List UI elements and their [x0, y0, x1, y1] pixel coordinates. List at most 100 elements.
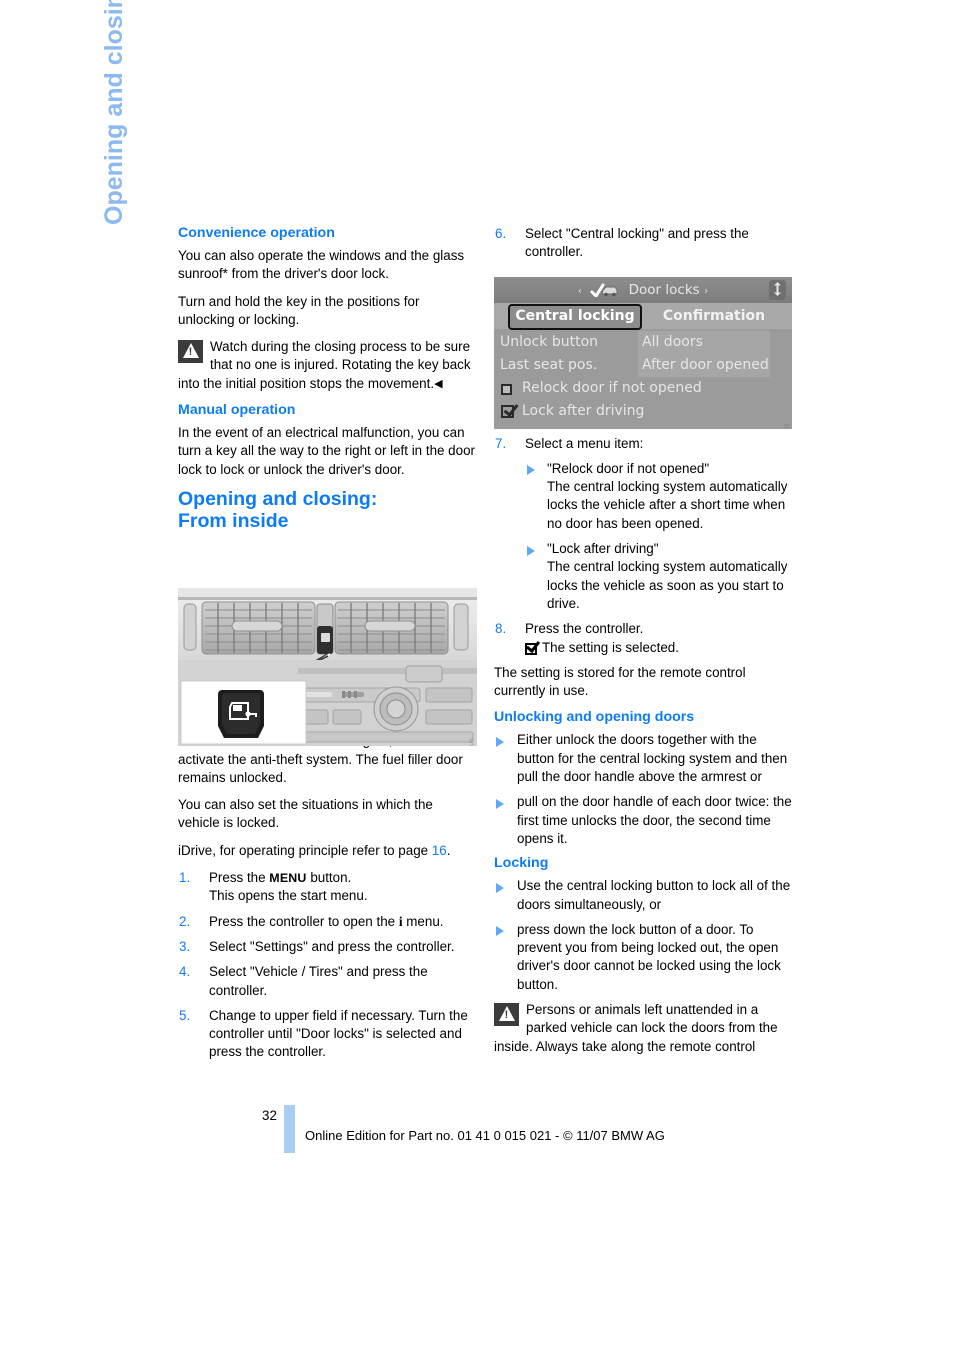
- manual-operation-para: In the event of an electrical malfunctio…: [178, 425, 475, 477]
- warning-triangle-icon: !: [178, 340, 203, 364]
- convenience-para-1: You can also operate the windows and the…: [178, 248, 465, 282]
- checkbox-checked-icon: [525, 637, 541, 655]
- step-8: 8. Press the controller. The setting is se…: [494, 620, 794, 657]
- step-3: 3. Select "Settings" and press the contro…: [178, 938, 478, 956]
- step-4: 4. Select "Vehicle / Tires" and press the…: [178, 963, 478, 1000]
- step-2: 2. Press the controller to open the i men…: [178, 913, 478, 931]
- step-7-bullet-2: "Lock after driving" The central locking …: [525, 540, 794, 613]
- note-end-arrow-icon: ◀: [434, 377, 443, 390]
- step-7-bullet-2-body: The central locking system automatically…: [547, 559, 788, 611]
- step-7: 7. Select a menu item:: [494, 435, 794, 453]
- idrive-ref-post: .: [446, 842, 451, 858]
- steps-list-step8: 8. Press the controller. The setting is se…: [494, 620, 794, 657]
- next-chevron-icon[interactable]: ›: [704, 284, 708, 297]
- warning-triangle-icon-2: !: [494, 1003, 519, 1027]
- checkbox-checked-icon-idrive[interactable]: [501, 405, 514, 418]
- step-8-number: 8.: [495, 621, 507, 637]
- step-3-number: 3.: [179, 938, 191, 954]
- step-6-text: Select "Central locking" and press the c…: [525, 226, 749, 260]
- dashboard-photo: WVC0100.0US: [178, 588, 477, 746]
- step-7-number: 7.: [495, 435, 507, 451]
- heading-convenience-operation: Convenience operation: [178, 225, 335, 241]
- warning-note-locking-text: Persons or animals left unattended in a …: [494, 1002, 778, 1054]
- step-1-post: button.: [306, 870, 352, 886]
- inside-para-2: You can also set the situations in which…: [178, 797, 433, 831]
- step-1: 1. Press the MENU button. This opens the s…: [178, 869, 478, 906]
- warning-note-text: Watch during the closing process to be s…: [178, 339, 471, 391]
- locking-bullets: Use the central locking button to lock a…: [494, 877, 794, 994]
- heading-locking: Locking: [494, 855, 549, 872]
- photo-caption-code: WVC0100.0US: [469, 738, 475, 746]
- step-8-text: Press the controller.: [525, 621, 644, 637]
- row-relock-door[interactable]: Relock door if not opened: [494, 377, 792, 400]
- page-number: 32: [262, 1108, 277, 1123]
- row-last-seat-pos-value: After door opened: [642, 357, 769, 373]
- row-last-seat-pos-label: Last seat pos.: [500, 357, 598, 373]
- footer-imprint: Online Edition for Part no. 01 41 0 015 …: [305, 1128, 665, 1143]
- step-7-bullets: "Relock door if not opened" The central l…: [525, 460, 794, 613]
- step-5-text: Change to upper field if necessary. Turn…: [209, 1007, 468, 1060]
- prev-chevron-icon[interactable]: ‹: [578, 284, 582, 297]
- tab-central-locking[interactable]: Central locking: [508, 304, 642, 330]
- step-2-number: 2.: [179, 913, 191, 929]
- idrive-reference: iDrive, for operating principle refer to…: [178, 842, 478, 860]
- warning-note-convenience: ! Watch during the closing process to be …: [178, 338, 478, 393]
- idrive-settings-rows: Unlock button All doors Last seat pos. A…: [494, 331, 792, 423]
- steps-list-right-top: 6. Select "Central locking" and press the…: [494, 225, 794, 262]
- step-6: 6. Select "Central locking" and press the…: [494, 225, 794, 262]
- step-6-number: 6.: [495, 226, 507, 241]
- folio-accent-bar: [284, 1105, 295, 1153]
- row-unlock-button[interactable]: Unlock button All doors: [494, 331, 792, 354]
- page-title-line1: Opening and closing:: [178, 487, 378, 510]
- step-7-bullet-2-title: "Lock after driving": [547, 541, 659, 557]
- step-7-text: Select a menu item:: [525, 435, 644, 451]
- step-4-number: 4.: [179, 964, 191, 980]
- convenience-para-2: Turn and hold the key in the positions f…: [178, 293, 420, 327]
- step-7-bullet-1: "Relock door if not opened" The central l…: [525, 460, 794, 533]
- step-1-number: 1.: [179, 870, 191, 886]
- warning-note-locking: ! Persons or animals left unattended in a…: [494, 1001, 794, 1056]
- row-unlock-button-label: Unlock button: [500, 334, 599, 350]
- idrive-title: Door locks: [628, 282, 700, 298]
- idrive-title-bar: ‹ Door locks ›: [494, 277, 792, 303]
- menu-button-label: MENU: [269, 871, 307, 886]
- step-7-bullet-1-body: The central locking system automatically…: [547, 479, 788, 531]
- step-8-confirm-line: The setting is selected.: [542, 639, 679, 655]
- step-7-bullet-1-title: "Relock door if not opened": [547, 460, 710, 476]
- row-last-seat-pos[interactable]: Last seat pos. After door opened: [494, 354, 792, 377]
- idrive-caption-code: WVC0101.0US: [785, 423, 791, 429]
- unlocking-bullet-1: Either unlock the doors together with th…: [494, 731, 794, 786]
- unlocking-bullet-2: pull on the door handle of each door twi…: [494, 793, 794, 848]
- row-relock-door-label: Relock door if not opened: [522, 380, 702, 396]
- step-1-pre: Press the: [209, 870, 270, 886]
- unlocking-bullets: Either unlock the doors together with th…: [494, 731, 794, 848]
- page-title: Opening and closing: From inside: [178, 488, 478, 532]
- step-5-number: 5.: [179, 1007, 191, 1023]
- steps-list-right-bottom: 7. Select a menu item:: [494, 435, 794, 453]
- step-3-text: Select "Settings" and press the controll…: [209, 938, 455, 954]
- step-4-text: Select "Vehicle / Tires" and press the c…: [209, 964, 428, 998]
- idrive-tab-bar: Central locking Confirmation: [494, 303, 792, 330]
- row-lock-after-driving[interactable]: Lock after driving: [494, 400, 792, 423]
- chapter-tab: Opening and closing: [100, 0, 128, 225]
- heading-unlocking-opening-doors: Unlocking and opening doors: [494, 709, 695, 726]
- page-title-line2: From inside: [178, 509, 289, 532]
- idrive-ref-pre: iDrive, for operating principle refer to…: [178, 842, 432, 858]
- locking-bullet-2: press down the lock button of a door. To…: [494, 921, 794, 994]
- dashboard-illustration: [178, 588, 477, 746]
- checkbox-unchecked-icon[interactable]: [501, 384, 512, 395]
- steps-list-left: 1. Press the MENU button. This opens the s…: [178, 869, 478, 1062]
- tab-confirmation[interactable]: Confirmation: [644, 304, 784, 328]
- step-2-post: menu.: [402, 913, 444, 929]
- row-lock-after-driving-label: Lock after driving: [522, 403, 645, 419]
- page-reference-link[interactable]: 16: [432, 843, 447, 858]
- step-2-pre: Press the controller to open the: [209, 913, 399, 929]
- step-1-line2: This opens the start menu.: [209, 888, 368, 904]
- scroll-indicator-icon[interactable]: [769, 280, 786, 300]
- row-unlock-button-value: All doors: [642, 334, 703, 350]
- heading-manual-operation: Manual operation: [178, 402, 296, 419]
- step-5: 5. Change to upper field if necessary. Tu…: [178, 1007, 478, 1062]
- locking-bullet-1: Use the central locking button to lock a…: [494, 877, 794, 914]
- idrive-screenshot: ‹ Door locks › Central locking Confirmat…: [494, 277, 792, 429]
- manual-page: Opening and closing Convenience operatio…: [0, 0, 954, 1350]
